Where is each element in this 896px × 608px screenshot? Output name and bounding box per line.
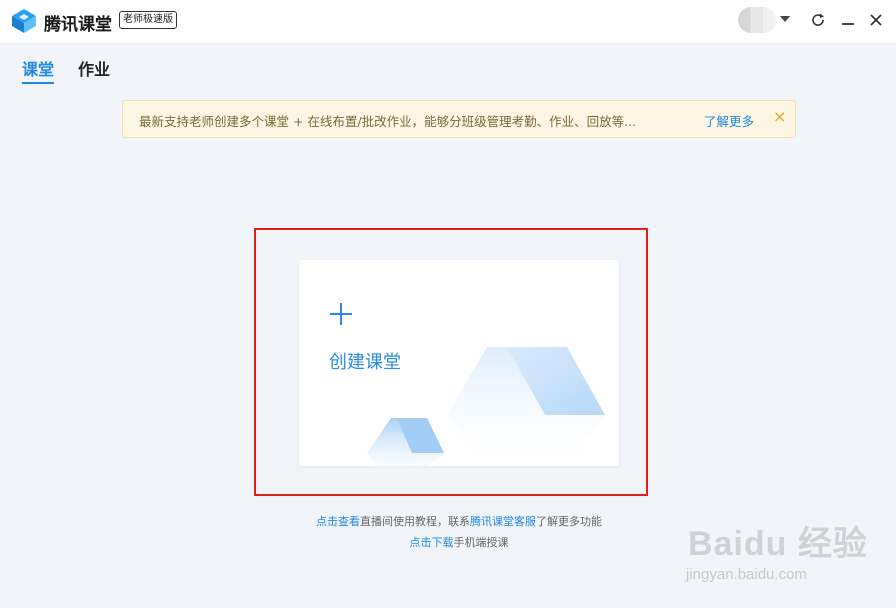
help-text-3: 手机端授课 <box>453 536 509 549</box>
refresh-icon <box>812 13 824 26</box>
learn-more-link[interactable]: 了解更多 <box>704 111 754 130</box>
title-bar: 腾讯课堂 老师极速版 <box>0 0 896 44</box>
customer-service-link[interactable]: 腾讯课堂客服 <box>470 515 536 528</box>
chevron-down-icon[interactable] <box>780 16 790 22</box>
watermark-brand: Baidu 经验 <box>688 525 868 563</box>
create-classroom-label: 创建课堂 <box>329 352 401 373</box>
close-window-button[interactable] <box>866 10 886 30</box>
help-text-1: 直播间使用教程，联系 <box>360 515 470 528</box>
notice-text: 最新支持老师创建多个课堂 + 在线布置/批改作业，能够分班级管理考勤、作业、回放… <box>139 114 637 129</box>
plus-icon <box>330 303 352 325</box>
notice-close-icon[interactable]: × <box>773 107 786 126</box>
refresh-button[interactable] <box>808 10 828 30</box>
app-title: 腾讯课堂 <box>44 15 112 35</box>
close-icon <box>870 14 882 26</box>
tab-homework[interactable]: 作业 <box>78 56 110 80</box>
active-tab-indicator <box>22 82 54 84</box>
download-link[interactable]: 点击下载 <box>410 536 454 549</box>
avatar[interactable] <box>738 7 776 33</box>
edition-badge: 老师极速版 <box>119 11 177 29</box>
tencent-classroom-logo-icon <box>12 9 36 33</box>
minimize-button[interactable] <box>838 10 858 30</box>
help-text-2: 了解更多功能 <box>536 515 602 528</box>
minimize-icon <box>842 23 854 25</box>
watermark-url: jingyan.baidu.com <box>686 566 807 583</box>
feature-notice-banner: 最新支持老师创建多个课堂 + 在线布置/批改作业，能够分班级管理考勤、作业、回放… <box>122 100 796 138</box>
view-tutorial-link[interactable]: 点击查看 <box>316 515 360 528</box>
create-classroom-card[interactable]: 创建课堂 <box>299 260 619 466</box>
tab-classroom[interactable]: 课堂 <box>22 56 54 80</box>
